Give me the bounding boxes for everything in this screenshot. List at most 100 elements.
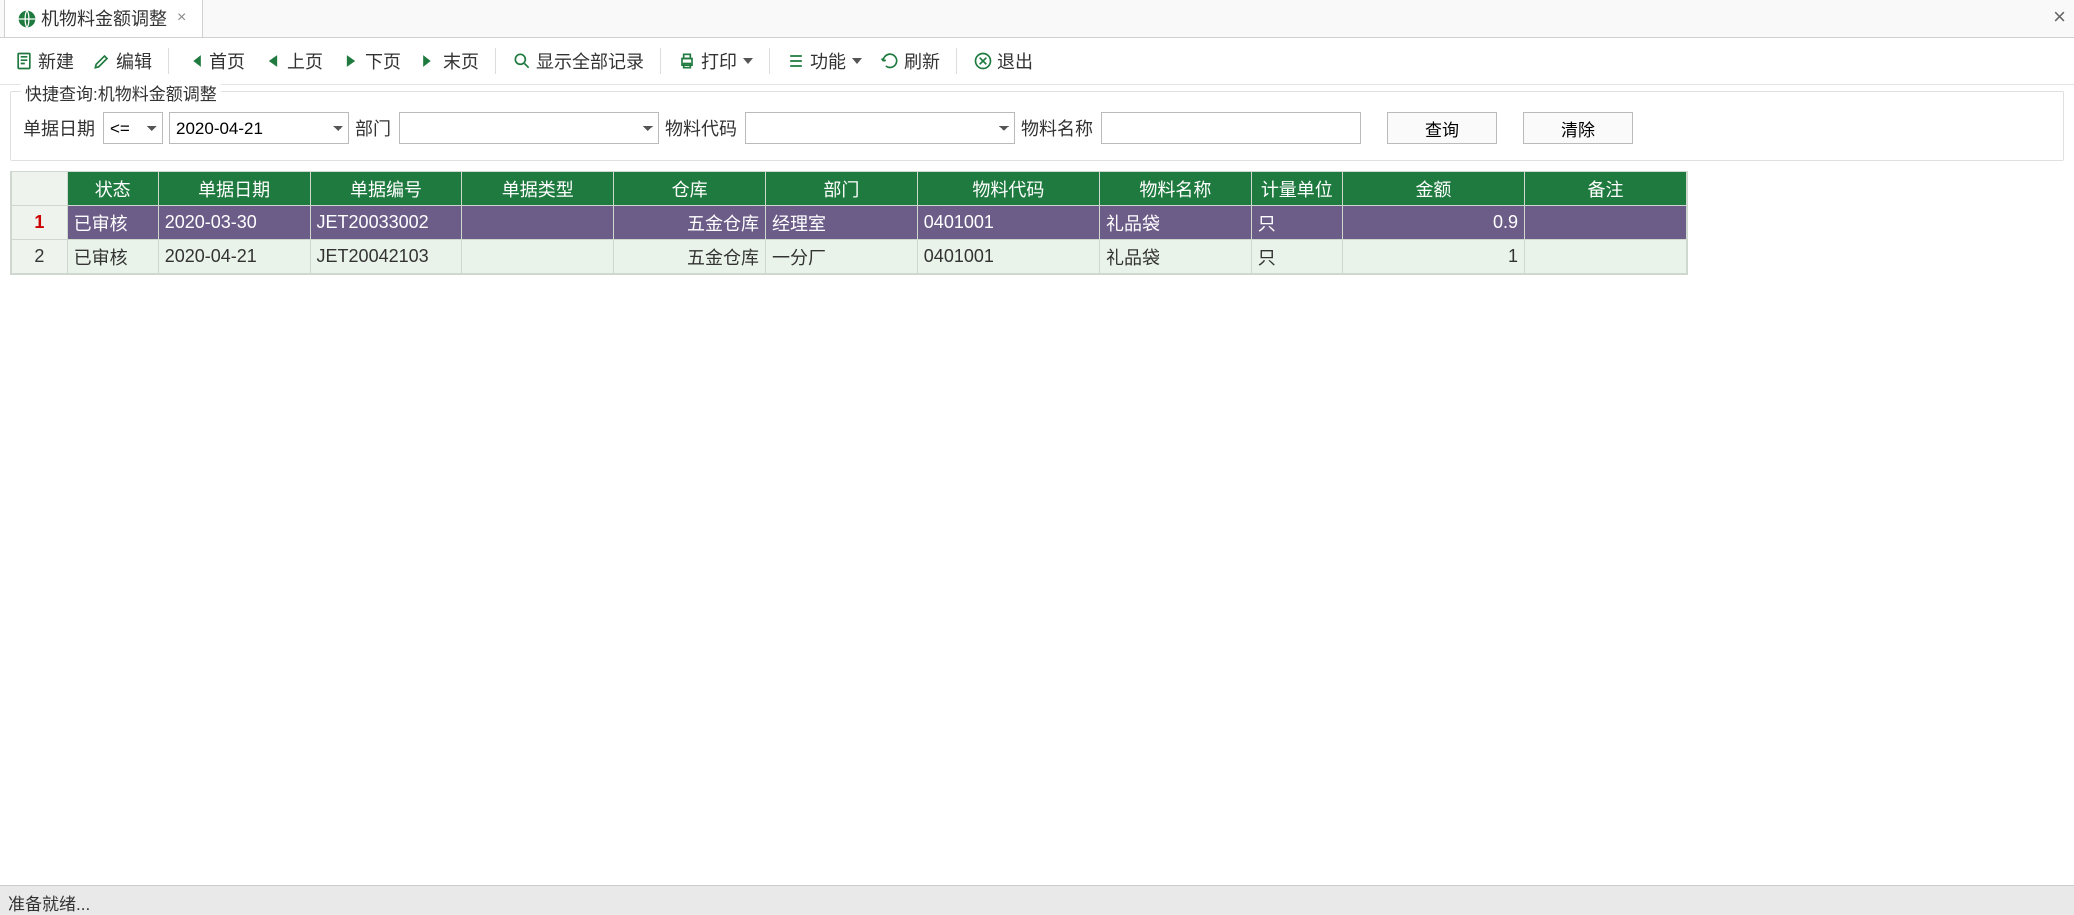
toolbar-separator <box>495 48 496 74</box>
date-operator-select[interactable]: <= <box>103 112 163 144</box>
mcode-label: 物料代码 <box>665 115 737 141</box>
last-icon <box>419 51 439 71</box>
dept-label: 部门 <box>355 115 391 141</box>
toolbar-separator <box>168 48 169 74</box>
chevron-down-icon <box>852 58 862 64</box>
table-row[interactable]: 2已审核2020-04-21JET20042103 五金仓库一分厂0401001礼… <box>12 240 1687 274</box>
next-label: 下页 <box>365 48 401 74</box>
th-remark[interactable]: 备注 <box>1525 172 1687 206</box>
refresh-button[interactable]: 刷新 <box>872 44 948 78</box>
last-page-button[interactable]: 末页 <box>411 44 487 78</box>
cell-dept[interactable]: 经理室 <box>765 206 917 240</box>
mname-label: 物料名称 <box>1021 115 1093 141</box>
status-bar: 准备就绪... <box>0 885 2074 915</box>
toolbar-separator <box>769 48 770 74</box>
search-button[interactable]: 查询 <box>1387 112 1497 144</box>
th-mname[interactable]: 物料名称 <box>1099 172 1251 206</box>
edit-button[interactable]: 编辑 <box>84 44 160 78</box>
th-uom[interactable]: 计量单位 <box>1251 172 1342 206</box>
th-rownum[interactable] <box>12 172 68 206</box>
table-header-row: 状态 单据日期 单据编号 单据类型 仓库 部门 物料代码 物料名称 计量单位 金… <box>12 172 1687 206</box>
dept-select[interactable] <box>399 112 659 144</box>
cell-mname[interactable]: 礼品袋 <box>1099 206 1251 240</box>
list-icon <box>786 51 806 71</box>
status-text: 准备就绪... <box>8 895 90 914</box>
th-warehouse[interactable]: 仓库 <box>614 172 766 206</box>
cell-status[interactable]: 已审核 <box>67 206 158 240</box>
cell-docno[interactable]: JET20042103 <box>310 240 462 274</box>
print-icon <box>677 51 697 71</box>
refresh-icon <box>880 51 900 71</box>
cell-warehouse[interactable]: 五金仓库 <box>614 206 766 240</box>
th-docno[interactable]: 单据编号 <box>310 172 462 206</box>
th-status[interactable]: 状态 <box>67 172 158 206</box>
exit-button[interactable]: 退出 <box>965 44 1041 78</box>
cell-mname[interactable]: 礼品袋 <box>1099 240 1251 274</box>
print-button[interactable]: 打印 <box>669 44 761 78</box>
first-icon <box>185 51 205 71</box>
cell-amount[interactable]: 0.9 <box>1342 206 1524 240</box>
window-close-icon[interactable]: × <box>2053 4 2066 30</box>
toolbar: 新建 编辑 首页 上页 下页 末页 显示全部记录 <box>0 38 2074 85</box>
exit-label: 退出 <box>997 48 1033 74</box>
prev-label: 上页 <box>287 48 323 74</box>
new-icon <box>14 51 34 71</box>
th-doctype[interactable]: 单据类型 <box>462 172 614 206</box>
tab-material-amount-adjust[interactable]: 机物料金额调整 × <box>4 0 203 37</box>
cell-doctype[interactable] <box>462 206 614 240</box>
cell-docno[interactable]: JET20033002 <box>310 206 462 240</box>
new-button[interactable]: 新建 <box>6 44 82 78</box>
th-dept[interactable]: 部门 <box>765 172 917 206</box>
tab-bar: 机物料金额调整 × × <box>0 0 2074 38</box>
prev-icon <box>263 51 283 71</box>
tab-title: 机物料金额调整 <box>41 5 167 31</box>
cell-date[interactable]: 2020-04-21 <box>158 240 310 274</box>
cell-remark[interactable] <box>1525 240 1687 274</box>
edit-label: 编辑 <box>116 48 152 74</box>
table-row[interactable]: 1已审核2020-03-30JET20033002 五金仓库经理室0401001礼… <box>12 206 1687 240</box>
th-mcode[interactable]: 物料代码 <box>917 172 1099 206</box>
cell-status[interactable]: 已审核 <box>67 240 158 274</box>
print-label: 打印 <box>701 48 737 74</box>
material-name-input[interactable] <box>1101 112 1361 144</box>
clear-button[interactable]: 清除 <box>1523 112 1633 144</box>
cell-date[interactable]: 2020-03-30 <box>158 206 310 240</box>
cell-mcode[interactable]: 0401001 <box>917 240 1099 274</box>
th-date[interactable]: 单据日期 <box>158 172 310 206</box>
function-button[interactable]: 功能 <box>778 44 870 78</box>
prev-page-button[interactable]: 上页 <box>255 44 331 78</box>
cell-rownum[interactable]: 2 <box>12 240 68 274</box>
last-label: 末页 <box>443 48 479 74</box>
toolbar-separator <box>660 48 661 74</box>
material-code-select[interactable] <box>745 112 1015 144</box>
new-label: 新建 <box>38 48 74 74</box>
cell-amount[interactable]: 1 <box>1342 240 1524 274</box>
next-page-button[interactable]: 下页 <box>333 44 409 78</box>
quick-search-panel: 快捷查询:机物料金额调整 单据日期 <= 2020-04-21 部门 物料代码 … <box>10 91 2064 161</box>
toolbar-separator <box>956 48 957 74</box>
show-all-label: 显示全部记录 <box>536 48 644 74</box>
cell-warehouse[interactable]: 五金仓库 <box>614 240 766 274</box>
date-value-select[interactable]: 2020-04-21 <box>169 112 349 144</box>
cell-remark[interactable] <box>1525 206 1687 240</box>
cell-rownum[interactable]: 1 <box>12 206 68 240</box>
cell-uom[interactable]: 只 <box>1251 240 1342 274</box>
show-all-button[interactable]: 显示全部记录 <box>504 44 652 78</box>
quick-search-legend: 快捷查询:机物料金额调整 <box>21 80 221 105</box>
cell-uom[interactable]: 只 <box>1251 206 1342 240</box>
next-icon <box>341 51 361 71</box>
exit-icon <box>973 51 993 71</box>
cell-dept[interactable]: 一分厂 <box>765 240 917 274</box>
th-amount[interactable]: 金额 <box>1342 172 1524 206</box>
chevron-down-icon <box>743 58 753 64</box>
data-grid: 状态 单据日期 单据编号 单据类型 仓库 部门 物料代码 物料名称 计量单位 金… <box>10 171 1688 275</box>
cell-mcode[interactable]: 0401001 <box>917 206 1099 240</box>
refresh-label: 刷新 <box>904 48 940 74</box>
edit-icon <box>92 51 112 71</box>
close-icon[interactable]: × <box>173 9 190 27</box>
first-label: 首页 <box>209 48 245 74</box>
cell-doctype[interactable] <box>462 240 614 274</box>
function-label: 功能 <box>810 48 846 74</box>
globe-icon <box>17 9 35 27</box>
first-page-button[interactable]: 首页 <box>177 44 253 78</box>
